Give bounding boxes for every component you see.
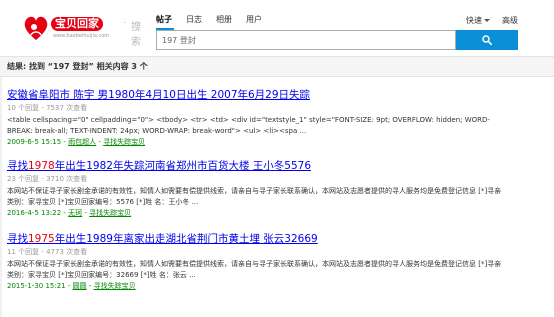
result-date: 2016-4-5 13:22: [7, 209, 62, 217]
search-result: 寻找1978年出生1982年失踪河南省郑州市百货大楼 王小冬5576 23 个回…: [7, 160, 537, 218]
result-forum-link[interactable]: 寻找失踪宝贝: [103, 138, 145, 146]
result-title-link[interactable]: 寻找1978年出生1982年失踪河南省郑州市百货大楼 王小冬5576: [7, 160, 537, 173]
result-meta: 23 个回复 - 3710 次查看: [7, 175, 88, 183]
result-snippet: 本网站不保证寻子家长剧金承诺的有效性，知情人如需要有偿提供线索，请亲自与寻子家长…: [7, 187, 502, 206]
search-tabs: 帖子 日志 相册 用户: [156, 15, 276, 30]
result-title-link[interactable]: 安徽省阜阳市 陈宇 男1980年4月10日出生 2007年6月29日失踪: [7, 89, 537, 102]
title-part: 年出生1982年失踪河南省郑州市百货大楼 王小冬5576: [54, 160, 312, 172]
tab-users[interactable]: 用户: [246, 15, 262, 25]
result-summary: 结果: 找到 “197 登封” 相关内容 3 个: [7, 62, 148, 72]
result-date: 2015-1-30 15:21: [7, 282, 66, 290]
title-part: 寻找: [7, 160, 28, 172]
search-box: [156, 30, 456, 50]
result-snippet: <table cellspacing="0" cellpadding="0"> …: [7, 116, 490, 135]
result-footer: 2016-4-5 13:22 - 无珂 - 寻找失踪宝贝: [7, 209, 132, 217]
result-footer: 2015-1-30 15:21 - 圆圆 - 寻找失踪宝贝: [7, 282, 136, 290]
result-author-link[interactable]: 圆圆: [73, 282, 87, 290]
tab-albums[interactable]: 相册: [216, 15, 232, 25]
summary-query: “197 登封”: [47, 62, 94, 71]
result-forum-link[interactable]: 寻找失踪宝贝: [89, 209, 131, 217]
search-result: 寻找1975年出生1989年离家出走湖北省荆门市黄土埋 张云32669 11 个…: [7, 233, 537, 291]
summary-prefix: 结果: 找到: [7, 62, 45, 71]
summary-suffix: 相关内容 3 个: [96, 62, 148, 71]
search-result: 安徽省阜阳市 陈宇 男1980年4月10日出生 2007年6月29日失踪 10 …: [7, 89, 537, 147]
result-forum-link[interactable]: 寻找失踪宝贝: [94, 282, 136, 290]
result-footer: 2009-6-5 15:15 - 雨包超人 - 寻找失踪宝贝: [7, 138, 146, 146]
heart-logo-icon: [24, 16, 48, 40]
tab-logs[interactable]: 日志: [186, 15, 202, 25]
title-highlight: 1978: [28, 160, 55, 172]
result-meta: 10 个回复 - 7537 次查看: [7, 104, 88, 112]
result-title-link[interactable]: 寻找1975年出生1989年离家出走湖北省荆门市黄土埋 张云32669: [7, 233, 537, 246]
logo-search-word: 搜索: [131, 22, 141, 48]
advanced-search-link[interactable]: 高级: [502, 15, 518, 26]
logo-separator: ·: [123, 18, 127, 29]
quick-label: 快速: [466, 16, 482, 25]
search-button[interactable]: [456, 30, 518, 50]
logo-url: www.baobeihuijia.com: [53, 33, 110, 39]
search-icon: [482, 35, 492, 45]
title-part: 年出生1989年离家出走湖北省荆门市黄土埋 张云32669: [54, 233, 318, 245]
result-author-link[interactable]: 雨包超人: [68, 138, 96, 146]
result-date: 2009-6-5 15:15: [7, 138, 62, 146]
header: 宝贝回家 www.baobeihuijia.com · 搜索 帖子 日志 相册 …: [0, 0, 554, 56]
result-author-link[interactable]: 无珂: [68, 209, 82, 217]
title-highlight: 1975: [28, 233, 55, 245]
result-snippet: 本网站不保证寻子家长剧金承诺的有效性，知情人如需要有偿提供线索，请亲自与寻子家长…: [7, 260, 502, 279]
result-meta: 11 个回复 - 4773 次查看: [7, 248, 88, 256]
logo-text: 宝贝回家: [51, 17, 103, 31]
quick-dropdown[interactable]: 快速: [466, 15, 490, 26]
result-summary-bar: 结果: 找到 “197 登封” 相关内容 3 个: [0, 57, 554, 77]
site-logo[interactable]: 宝贝回家 www.baobeihuijia.com · 搜索: [23, 14, 141, 48]
search-input[interactable]: [157, 31, 455, 49]
tab-posts[interactable]: 帖子: [156, 15, 172, 25]
caret-down-icon: [484, 19, 490, 22]
title-part: 寻找: [7, 233, 28, 245]
